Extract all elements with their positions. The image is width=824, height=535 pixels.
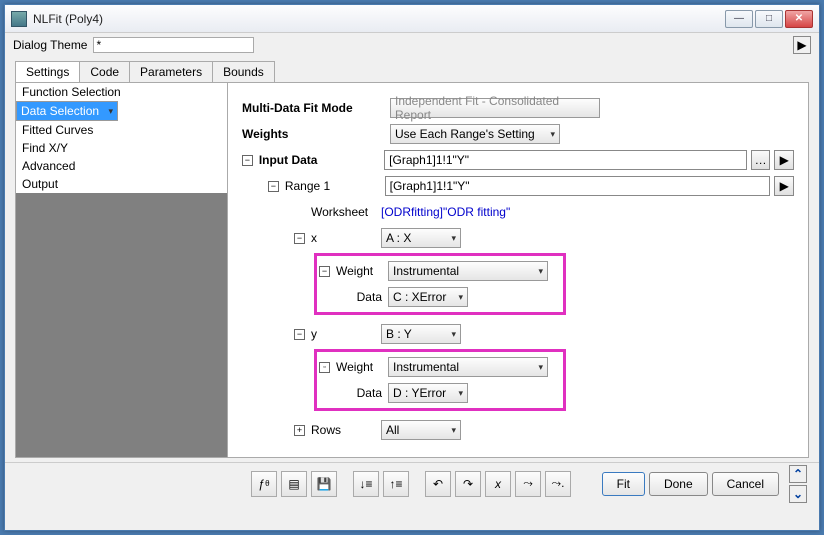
tool-save-icon[interactable]: 💾 (311, 471, 337, 497)
multi-mode-label: Multi-Data Fit Mode (242, 101, 362, 115)
y-data-label: Data (336, 386, 388, 400)
rows-expander[interactable]: + (294, 425, 305, 436)
tool-formula-icon[interactable]: ƒθ (251, 471, 277, 497)
x-expander[interactable]: − (294, 233, 305, 244)
range1-expander[interactable]: − (268, 181, 279, 192)
theme-bar: Dialog Theme ▶ (5, 33, 819, 57)
fit-button[interactable]: Fit (602, 472, 645, 496)
x-data-label: Data (336, 290, 388, 304)
weights-label: Weights (242, 127, 362, 141)
theme-label: Dialog Theme (13, 38, 87, 52)
y-expander[interactable]: − (294, 329, 305, 340)
tool-chi-icon[interactable]: x (485, 471, 511, 497)
toolbar: ƒθ ▤ 💾 ↓≡ ↑≡ ↶ ↷ x ⤳ ⤳. Fit Done Cancel … (5, 462, 819, 504)
expand-up-button[interactable]: ⌃ (789, 465, 807, 483)
tool-fit-all-icon[interactable]: ⤳. (545, 471, 571, 497)
sidebar-item-fitted-curves[interactable]: Fitted Curves (16, 121, 227, 139)
sidebar-item-output[interactable]: Output (16, 175, 227, 193)
dialog-window: NLFit (Poly4) — □ ✕ Dialog Theme ▶ Setti… (4, 4, 820, 531)
titlebar: NLFit (Poly4) — □ ✕ (5, 5, 819, 33)
minimize-button[interactable]: — (725, 10, 753, 28)
maximize-button[interactable]: □ (755, 10, 783, 28)
app-icon (11, 11, 27, 27)
tool-undo-icon[interactable]: ↶ (425, 471, 451, 497)
sidebar: Function Selection Data Selection Fitted… (16, 83, 228, 457)
x-label: x (311, 231, 381, 245)
tab-parameters[interactable]: Parameters (129, 61, 213, 82)
form-area: Multi-Data Fit Mode Independent Fit - Co… (228, 83, 808, 457)
done-button[interactable]: Done (649, 472, 708, 496)
sidebar-item-find-xy[interactable]: Find X/Y (16, 139, 227, 157)
y-label: y (311, 327, 381, 341)
sidebar-item-function-selection[interactable]: Function Selection (16, 83, 227, 101)
tab-bounds[interactable]: Bounds (212, 61, 275, 82)
tool-fit1-icon[interactable]: ⤳ (515, 471, 541, 497)
sidebar-item-advanced[interactable]: Advanced (16, 157, 227, 175)
multi-mode-select: Independent Fit - Consolidated Report (390, 98, 600, 118)
y-weight-expander[interactable]: ▫ (319, 362, 330, 373)
worksheet-link[interactable]: [ODRfitting]"ODR fitting" (381, 205, 510, 219)
cancel-button[interactable]: Cancel (712, 472, 779, 496)
theme-menu-button[interactable]: ▶ (793, 36, 811, 54)
rows-label: Rows (311, 423, 381, 437)
expand-down-button[interactable]: ⌄ (789, 485, 807, 503)
y-select[interactable]: B : Y (381, 324, 461, 344)
input-data-label: Input Data (259, 153, 384, 167)
tab-settings[interactable]: Settings (15, 61, 80, 82)
x-data-select[interactable]: C : XError (388, 287, 468, 307)
x-weight-select[interactable]: Instrumental (388, 261, 548, 281)
sidebar-item-data-selection[interactable]: Data Selection (16, 101, 118, 121)
rows-select[interactable]: All (381, 420, 461, 440)
input-data-menu-button[interactable]: ▶ (774, 150, 794, 170)
tool-page-icon[interactable]: ▤ (281, 471, 307, 497)
x-weight-label: Weight (336, 264, 388, 278)
x-weight-expander[interactable]: − (319, 266, 330, 277)
range1-label: Range 1 (285, 179, 385, 193)
tab-panel: Function Selection Data Selection Fitted… (15, 82, 809, 458)
y-weight-select[interactable]: Instrumental (388, 357, 548, 377)
y-weight-label: Weight (336, 360, 388, 374)
close-button[interactable]: ✕ (785, 10, 813, 28)
weights-select[interactable]: Use Each Range's Setting (390, 124, 560, 144)
window-title: NLFit (Poly4) (33, 12, 725, 26)
tab-bar: Settings Code Parameters Bounds (15, 61, 819, 82)
x-select[interactable]: A : X (381, 228, 461, 248)
input-data-field[interactable]: [Graph1]1!1"Y" (384, 150, 747, 170)
theme-value[interactable] (93, 37, 254, 53)
range1-field[interactable]: [Graph1]1!1"Y" (385, 176, 771, 196)
input-data-expander[interactable]: − (242, 155, 253, 166)
tool-sort-up-icon[interactable]: ↑≡ (383, 471, 409, 497)
tab-code[interactable]: Code (79, 61, 130, 82)
tool-redo-icon[interactable]: ↷ (455, 471, 481, 497)
input-data-browse-button[interactable]: … (751, 150, 771, 170)
tool-sort-down-icon[interactable]: ↓≡ (353, 471, 379, 497)
range1-menu-button[interactable]: ▶ (774, 176, 794, 196)
worksheet-label: Worksheet (311, 205, 381, 219)
y-data-select[interactable]: D : YError (388, 383, 468, 403)
